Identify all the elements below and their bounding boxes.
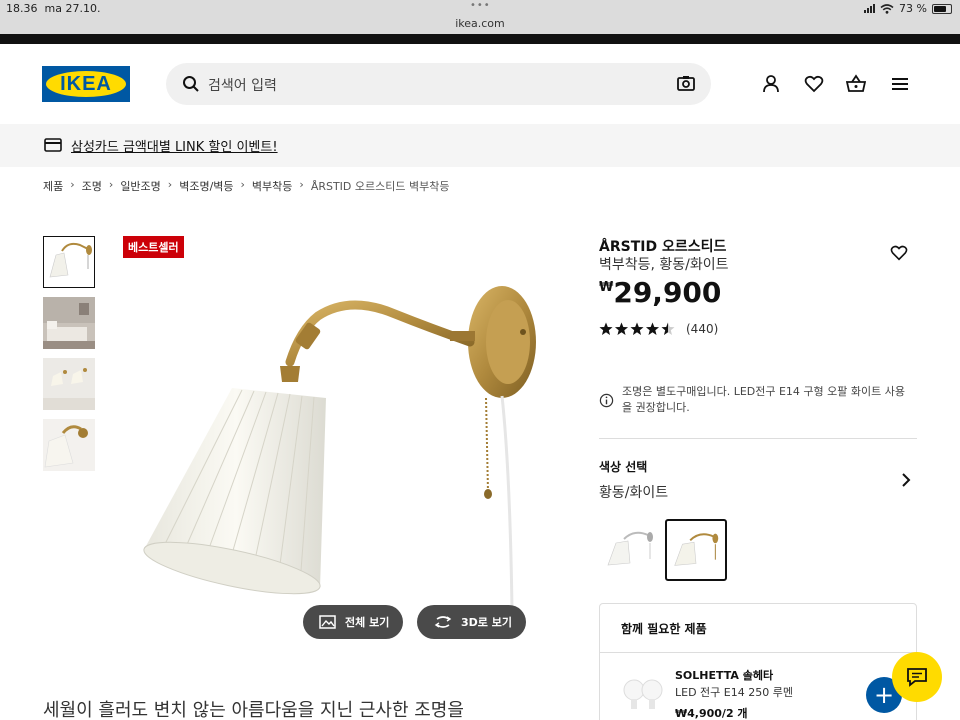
favorite-heart-icon[interactable] — [890, 244, 908, 262]
breadcrumb-item[interactable]: 일반조명 — [120, 178, 160, 194]
status-time: 18.36 ma 27.10. — [6, 2, 101, 15]
bulb-product-image[interactable] — [620, 674, 666, 714]
search-bar[interactable]: 검색어 입력 — [166, 63, 711, 105]
chevron-right-icon: › — [167, 178, 173, 191]
gallery-thumbnail-1[interactable] — [43, 236, 95, 288]
browser-divider — [0, 34, 960, 44]
bestseller-badge: 베스트셀러 — [123, 236, 184, 258]
breadcrumb: 제품 › 조명 › 일반조명 › 벽조명/벽등 › 벽부착등 › ÅRSTID 오르스티드… — [43, 178, 449, 194]
price-value: 29,900 — [613, 276, 722, 309]
color-option-white[interactable] — [600, 519, 662, 581]
fullscreen-button[interactable]: 전체 보기 — [303, 605, 404, 639]
view-3d-button[interactable]: 3D로 보기 — [417, 605, 526, 639]
heart-icon[interactable] — [804, 74, 824, 94]
color-select-label[interactable]: 색상 선택 — [599, 458, 647, 475]
promo-banner: 삼성카드 금액대별 LINK 할인 이벤트! — [0, 124, 960, 167]
status-indicators: 73 % — [864, 2, 952, 15]
menu-icon[interactable] — [890, 74, 910, 94]
camera-icon[interactable] — [677, 75, 695, 91]
battery-icon — [932, 3, 952, 14]
color-option-brass-white[interactable] — [665, 519, 727, 581]
related-products-title: 함께 필요한 제품 — [621, 622, 707, 636]
product-price: ₩29,900 — [599, 276, 721, 309]
user-icon[interactable] — [761, 74, 781, 94]
gallery-thumbnail-3[interactable] — [43, 358, 95, 410]
image-gallery-icon — [319, 615, 336, 629]
search-input[interactable]: 검색어 입력 — [208, 75, 277, 95]
star — [630, 322, 644, 335]
chevron-right-icon: › — [108, 178, 114, 191]
tab-dots-icon[interactable]: ••• — [470, 0, 491, 11]
info-icon — [599, 393, 614, 408]
product-tagline: 세월이 흘러도 변치 않는 아름다움을 지닌 근사한 조명을 — [43, 700, 464, 720]
battery-percent: 73 % — [899, 2, 927, 15]
promo-link[interactable]: 삼성카드 금액대별 LINK 할인 이벤트! — [71, 136, 278, 155]
related-item-name[interactable]: SOLHETTA 솔헤타 — [675, 667, 773, 683]
basket-icon[interactable] — [846, 74, 866, 94]
chevron-right-icon[interactable] — [900, 472, 912, 488]
rotate-3d-icon — [434, 616, 452, 628]
star — [646, 322, 659, 335]
chat-button[interactable] — [892, 652, 942, 702]
gallery-thumbnail-2[interactable] — [43, 297, 95, 349]
breadcrumb-item[interactable]: 조명 — [82, 178, 102, 194]
rating[interactable]: (440) — [599, 322, 718, 336]
chevron-right-icon: › — [240, 178, 245, 191]
star — [615, 322, 628, 335]
info-text: 조명은 별도구매입니다. LED전구 E14 구형 오팔 화이트 사용을 권장합… — [622, 385, 905, 414]
breadcrumb-item[interactable]: 벽조명/벽등 — [179, 178, 233, 194]
ikea-logo[interactable]: IKEA — [42, 66, 130, 102]
section-divider — [600, 652, 916, 653]
address-bar-url[interactable]: ikea.com — [0, 17, 960, 30]
gallery-thumbnail-4[interactable] — [43, 419, 95, 471]
breadcrumb-item[interactable]: 제품 — [43, 178, 63, 194]
price-currency: ₩ — [599, 280, 614, 295]
section-divider — [599, 438, 917, 439]
search-icon — [183, 76, 199, 92]
review-count[interactable]: (440) — [686, 322, 718, 336]
product-description: 벽부착등, 황동/화이트 — [599, 257, 729, 273]
chat-icon — [907, 668, 927, 687]
plus-icon: + — [873, 681, 895, 709]
product-name: ÅRSTID 오르스티드 — [599, 239, 727, 255]
breadcrumb-item[interactable]: 벽부착등 — [252, 178, 292, 194]
color-select-value[interactable]: 황동/화이트 — [599, 482, 668, 502]
product-image[interactable] — [130, 270, 550, 610]
credit-card-icon — [44, 138, 62, 152]
star — [661, 322, 675, 335]
chevron-right-icon: › — [299, 178, 304, 191]
star-rating-icon — [599, 322, 675, 335]
breadcrumb-current: ÅRSTID 오르스티드 벽부착등 — [310, 180, 450, 193]
related-item-desc: LED 전구 E14 250 루멘 — [675, 686, 793, 699]
star — [599, 322, 613, 335]
chevron-right-icon: › — [70, 178, 75, 191]
related-item-price: ₩4,900/2 개 — [675, 707, 748, 720]
signal-icon — [864, 4, 876, 13]
status-bar: 18.36 ma 27.10. ••• ikea.com 73 % — [0, 0, 960, 34]
wifi-icon — [880, 3, 894, 14]
